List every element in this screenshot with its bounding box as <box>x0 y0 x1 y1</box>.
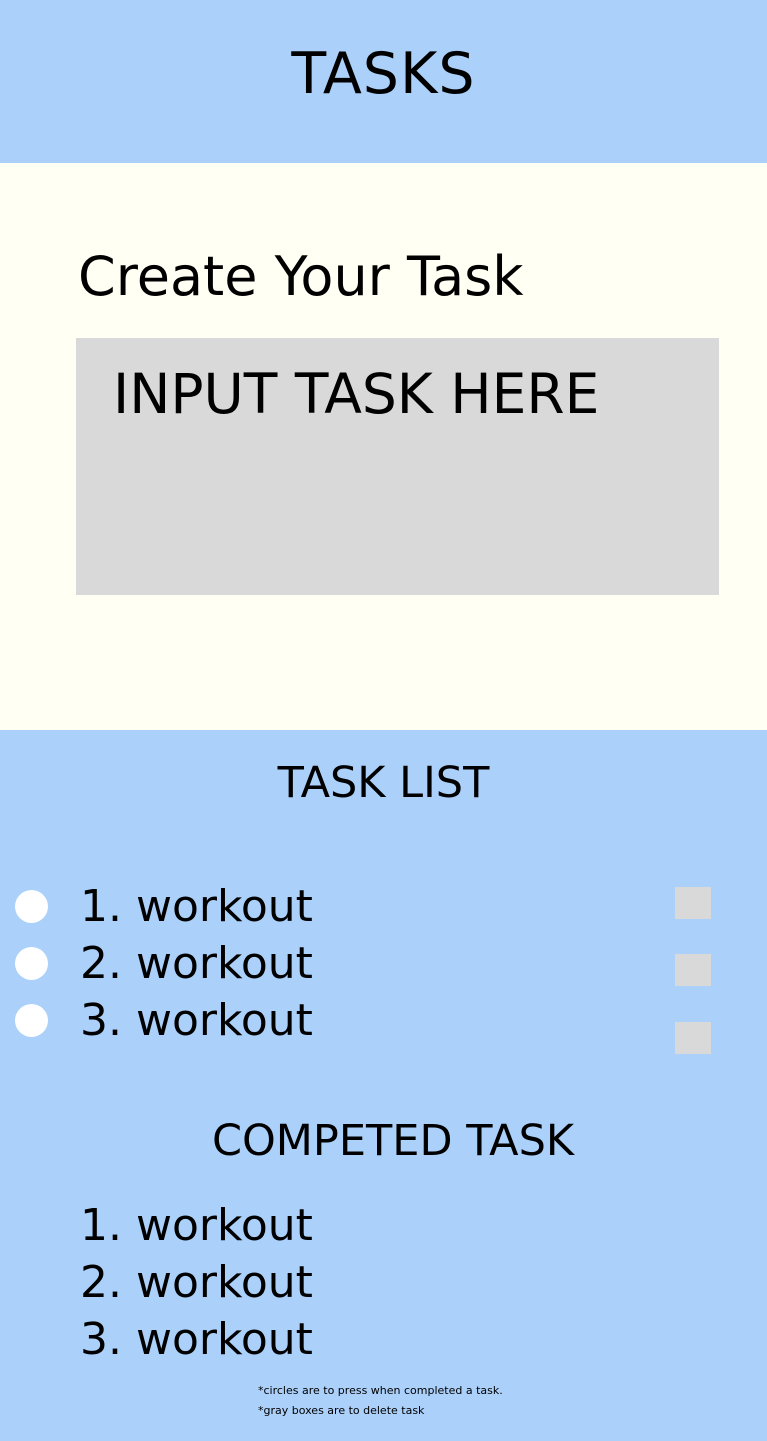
task-label: 1. workout <box>80 881 313 932</box>
completed-task-title: COMPETED TASK <box>211 1116 575 1166</box>
task-label: 3. workout <box>80 995 313 1046</box>
complete-circle-button[interactable] <box>15 947 48 980</box>
create-task-title: Create Your Task <box>78 245 524 308</box>
task-label: 2. workout <box>80 938 313 989</box>
completed-task-item: 2. workout <box>80 1257 313 1308</box>
task-row: 3. workout <box>0 992 767 1049</box>
tasks-page: TASKS Create Your Task INPUT TASK HERE T… <box>0 0 767 1441</box>
completed-task-item: 1. workout <box>80 1200 313 1251</box>
complete-circle-button[interactable] <box>15 1004 48 1037</box>
create-task-section: Create Your Task INPUT TASK HERE <box>0 163 767 730</box>
delete-task-button[interactable] <box>675 1022 711 1054</box>
task-row: 1. workout <box>0 878 767 935</box>
complete-circle-button[interactable] <box>15 890 48 923</box>
delete-task-button[interactable] <box>675 954 711 986</box>
delete-task-button[interactable] <box>675 887 711 919</box>
page-title: TASKS <box>291 41 476 107</box>
completed-task-item: 3. workout <box>80 1314 313 1365</box>
task-list-title: TASK LIST <box>277 758 490 808</box>
header: TASKS <box>0 0 767 163</box>
gray-boxes-note: *gray boxes are to delete task <box>258 1404 425 1417</box>
circles-note: *circles are to press when completed a t… <box>258 1384 503 1397</box>
task-row: 2. workout <box>0 935 767 992</box>
task-input[interactable]: INPUT TASK HERE <box>76 338 719 595</box>
task-list-section: TASK LIST 1. workout 2. workout 3. worko… <box>0 730 767 1441</box>
